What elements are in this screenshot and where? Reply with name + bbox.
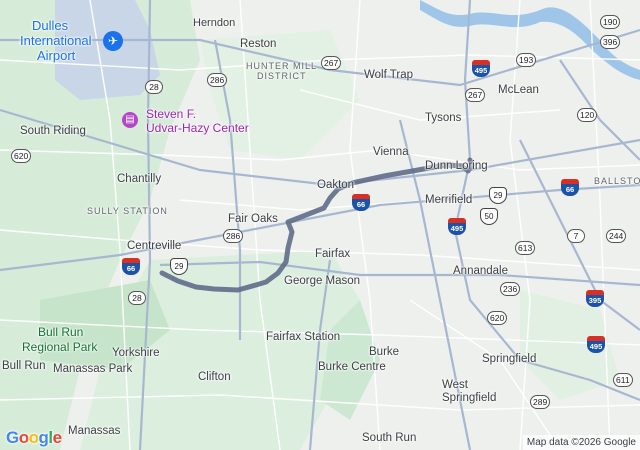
map-attribution[interactable]: Map data ©2026 Google <box>522 435 640 450</box>
place-clifton[interactable]: Clifton <box>198 371 231 383</box>
route-shield-289: 289 <box>530 395 551 409</box>
route-shield-611: 611 <box>613 373 633 387</box>
interstate-shield-66c: 66 <box>561 179 579 197</box>
interstate-shield-66a: 66 <box>352 194 370 212</box>
map-view[interactable]: ✈ ▤ Herndon Dulles International Airport… <box>0 0 640 450</box>
google-logo: Google <box>6 428 62 448</box>
interstate-shield-395: 395 <box>586 290 604 308</box>
route-shield-613: 613 <box>515 241 536 255</box>
route-shield-396: 396 <box>600 35 621 49</box>
place-udvar-1[interactable]: Steven F. <box>146 108 196 120</box>
place-oakton[interactable]: Oakton <box>317 179 354 191</box>
place-fairfax[interactable]: Fairfax <box>315 248 350 260</box>
route-shield-7: 7 <box>567 229 585 243</box>
interstate-shield-495c: 495 <box>587 336 605 354</box>
route-shield-193: 193 <box>516 53 537 67</box>
interstate-shield-495b: 495 <box>448 218 466 236</box>
route-shield-286b: 286 <box>223 229 244 243</box>
interstate-shield-495a: 495 <box>472 60 490 78</box>
place-south-riding[interactable]: South Riding <box>20 125 86 137</box>
place-dulles-1[interactable]: Dulles <box>32 18 68 33</box>
place-centreville[interactable]: Centreville <box>127 240 181 252</box>
place-merrifield[interactable]: Merrifield <box>425 194 472 206</box>
place-reston[interactable]: Reston <box>240 38 276 50</box>
route-shield-244: 244 <box>606 229 627 243</box>
route-shield-190: 190 <box>600 15 621 29</box>
route-shield-286a: 286 <box>207 73 228 87</box>
place-udvar-2[interactable]: Udvar-Hazy Center <box>146 122 249 134</box>
place-west-springfield-1[interactable]: West <box>442 379 468 391</box>
place-bull-run-park-2[interactable]: Regional Park <box>22 341 97 354</box>
place-wolf-trap[interactable]: Wolf Trap <box>364 69 413 81</box>
google-logo-letter: G <box>6 428 19 447</box>
google-logo-letter: g <box>38 428 49 447</box>
place-yorkshire[interactable]: Yorkshire <box>112 347 160 359</box>
place-sully-station[interactable]: SULLY STATION <box>87 205 168 217</box>
place-tysons[interactable]: Tysons <box>425 112 461 124</box>
interstate-shield-66b: 66 <box>122 258 140 276</box>
place-dulles-3[interactable]: Airport <box>37 48 75 63</box>
place-mclean[interactable]: McLean <box>498 84 539 96</box>
place-george-mason[interactable]: George Mason <box>284 275 360 287</box>
route-shield-620b: 620 <box>487 311 508 325</box>
place-burke-centre[interactable]: Burke Centre <box>318 361 386 373</box>
airport-icon[interactable]: ✈ <box>103 31 123 51</box>
place-dulles-2[interactable]: International <box>20 33 92 48</box>
route-shield-267a: 267 <box>321 56 342 70</box>
place-bull-run[interactable]: Bull Run <box>2 360 45 372</box>
place-herndon[interactable]: Herndon <box>193 17 235 29</box>
museum-icon[interactable]: ▤ <box>122 112 138 128</box>
route-shield-28b: 28 <box>128 291 146 305</box>
place-bull-run-park-1[interactable]: Bull Run <box>38 326 83 339</box>
place-springfield[interactable]: Springfield <box>482 353 536 365</box>
place-west-springfield-2[interactable]: Springfield <box>442 392 496 404</box>
place-manassas-park[interactable]: Manassas Park <box>53 363 132 375</box>
place-fairfax-station[interactable]: Fairfax Station <box>266 331 340 343</box>
place-annandale[interactable]: Annandale <box>453 265 508 277</box>
google-logo-letter: e <box>52 428 62 447</box>
route-shield-120: 120 <box>577 108 598 122</box>
place-vienna[interactable]: Vienna <box>373 146 409 158</box>
route-shield-28a: 28 <box>145 80 163 94</box>
place-chantilly[interactable]: Chantilly <box>117 173 161 185</box>
route-shield-267b: 267 <box>465 88 486 102</box>
google-logo-letter: o <box>18 428 29 447</box>
place-burke[interactable]: Burke <box>369 346 399 358</box>
route-shield-620a: 620 <box>11 149 32 163</box>
route-shield-236: 236 <box>500 282 521 296</box>
map-canvas[interactable] <box>0 0 640 450</box>
place-dunn-loring[interactable]: Dunn Loring <box>425 160 488 172</box>
place-manassas[interactable]: Manassas <box>68 425 120 437</box>
google-logo-letter: o <box>28 428 39 447</box>
place-south-run[interactable]: South Run <box>362 432 416 444</box>
place-fair-oaks[interactable]: Fair Oaks <box>228 213 278 225</box>
place-ballston[interactable]: BALLSTON <box>594 175 640 187</box>
place-hunter-mill-2[interactable]: DISTRICT <box>257 70 307 82</box>
